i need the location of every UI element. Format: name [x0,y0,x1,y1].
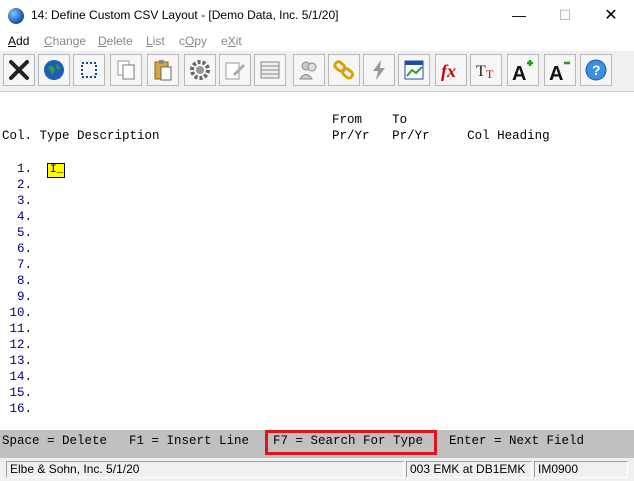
menu-delete-accel: D [98,34,107,48]
svg-text:A: A [512,63,526,82]
maximize-button[interactable]: ☐ [542,0,588,31]
users-icon [299,61,317,80]
function-button[interactable]: fx [435,54,467,86]
menu-change[interactable]: Change [44,34,86,48]
row-number: 1. [2,162,33,176]
title-bar: 14: Define Custom CSV Layout - [Demo Dat… [0,0,634,31]
close-button[interactable]: ✕ [588,0,634,31]
lightning-icon [373,60,385,80]
row-number: 3. [2,194,33,208]
menu-exit-accel: X [227,34,236,48]
f7-highlight-box [265,430,437,455]
menu-change-rest: hange [52,34,87,48]
row-number: 16. [2,402,33,416]
globe-icon [44,60,64,80]
menu-add-accel: A [8,34,17,48]
row-number: 5. [2,226,33,240]
edit-button[interactable] [219,54,251,86]
help-space-delete: Space = Delete [2,434,108,448]
link-button[interactable] [328,54,360,86]
menu-exit-rest: it [235,34,242,48]
font-increase-button[interactable]: A [507,54,539,86]
select-button[interactable] [73,54,105,86]
row-number: 7. [2,258,33,272]
menu-delete-rest: elete [106,34,133,48]
row-number: 13. [2,354,33,368]
cancel-icon [9,60,29,80]
status-user: 003 EMK at DB1EMK [406,461,532,478]
menu-copy[interactable]: cOpy [179,34,207,48]
users-button[interactable] [293,54,325,86]
paste-icon [154,60,172,81]
svg-text:fx: fx [441,61,456,81]
type-input[interactable]: I_ [47,163,65,178]
edit-icon [225,62,245,80]
menu-add-rest: dd [16,34,30,48]
menu-copy-accel: O [185,34,195,48]
app-globe-icon [8,8,24,24]
row-number: 10. [2,306,33,320]
menu-list[interactable]: List [146,34,165,48]
font-size-button[interactable]: TT [470,54,502,86]
terminal-screen: From To Col. Type Description Pr/Yr Pr/Y… [0,92,634,430]
copy-button[interactable] [110,54,142,86]
row-number: 12. [2,338,33,352]
menu-bar: Add Change Delete List cOpy eXit [0,31,634,51]
chart-icon [404,60,424,80]
row-number: 14. [2,370,33,384]
help-enter-next: Enter = Next Field [449,434,585,448]
font-size-icon: TT [476,63,494,81]
status-program: IM0900 [534,461,628,478]
globe-button[interactable] [38,54,70,86]
header-line-1: From To [2,113,408,127]
menu-list-rest: ist [152,34,165,48]
row-number: 11. [2,322,33,336]
settings-icon [190,60,210,80]
menu-copy-rest: py [194,34,208,48]
font-increase-icon: A [512,60,533,82]
row-number: 2. [2,178,33,192]
status-company: Elbe & Sohn, Inc. 5/1/20 [6,461,404,478]
chart-button[interactable] [398,54,430,86]
toolbar: fx TT A A ? [0,51,634,92]
row-number: 8. [2,274,33,288]
menu-list-accel: L [146,34,153,48]
status-bar: Elbe & Sohn, Inc. 5/1/20 003 EMK at DB1E… [0,458,634,481]
font-decrease-button[interactable]: A [544,54,576,86]
settings-button[interactable] [184,54,216,86]
menu-change-accel: C [44,34,53,48]
menu-add[interactable]: Add [8,34,29,48]
window-title: 14: Define Custom CSV Layout - [Demo Dat… [31,8,339,22]
menu-exit[interactable]: eXit [221,34,242,48]
row-number: 4. [2,210,33,224]
menu-exit-pre: e [221,34,228,48]
font-decrease-icon: A [549,61,570,82]
table-button[interactable] [254,54,286,86]
help-f1-insert: F1 = Insert Line [129,434,250,448]
header-line-2: Col. Type Description Pr/Yr Pr/Yr Col He… [2,129,550,143]
table-icon [260,61,280,79]
help-bar: Space = Delete F1 = Insert Line F7 = Sea… [0,430,634,458]
svg-text:T: T [476,63,486,80]
menu-delete[interactable]: Delete [98,34,133,48]
row-number: 6. [2,242,33,256]
function-icon: fx [441,61,456,81]
minimize-button[interactable]: — [496,0,542,31]
select-icon [81,62,97,78]
copy-icon [117,60,135,80]
paste-button[interactable] [147,54,179,86]
help-icon: ? [585,59,607,81]
cancel-button[interactable] [3,54,35,86]
svg-text:T: T [486,67,494,81]
row-number: 9. [2,290,33,304]
help-button[interactable]: ? [580,54,612,86]
row-number: 15. [2,386,33,400]
svg-text:A: A [549,63,563,82]
svg-text:?: ? [592,62,601,78]
link-icon [333,60,355,80]
lightning-button[interactable] [363,54,395,86]
